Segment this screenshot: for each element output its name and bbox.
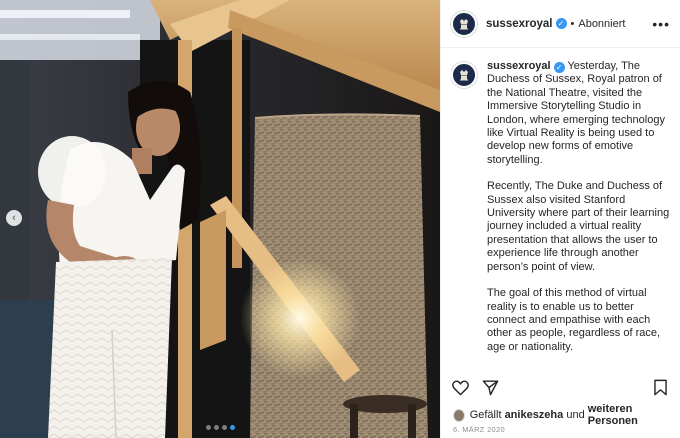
caption-paragraph: The goal of this method of virtual reali… (487, 287, 661, 353)
caption-body-1: Yesterday, The Duchess of Sussex, Royal … (487, 60, 665, 166)
caption-row: sussexroyal ✓ Yesterday, The Duchess of S… (451, 60, 672, 360)
follow-separator: • (570, 17, 575, 30)
caption-avatar[interactable] (451, 62, 477, 88)
carousel-dot (221, 425, 227, 430)
profile-avatar[interactable] (451, 10, 477, 37)
royal-crest-icon (460, 70, 468, 81)
post-username[interactable]: sussexroyal (486, 18, 553, 30)
carousel-indicators (0, 425, 440, 430)
carousel-dot (205, 425, 211, 430)
royal-crest-icon (460, 18, 468, 29)
likes-prefix: Gefällt (469, 409, 502, 421)
verified-badge-icon: ✓ (555, 18, 567, 29)
carousel-dot-active (229, 425, 235, 430)
caption-username[interactable]: sussexroyal (487, 60, 551, 72)
post-detail-panel: sussexroyal ✓ • Abonniert ••• sussexroya… (440, 0, 680, 438)
carousel-prev-button[interactable]: ‹ (6, 210, 22, 226)
post-photo: ‹ (0, 0, 440, 438)
liker-avatar[interactable] (453, 408, 465, 422)
heart-outline-icon[interactable] (451, 378, 470, 397)
caption-text: sussexroyal ✓ Yesterday, The Duchess of S… (487, 60, 672, 360)
caption-area: sussexroyal ✓ Yesterday, The Duchess of S… (451, 60, 672, 360)
caption-paragraph: sussexroyal ✓ Yesterday, The Duchess of S… (487, 60, 672, 167)
verified-badge-icon: ✓ (553, 62, 565, 73)
likes-others-link[interactable]: weiteren Personen (588, 403, 674, 427)
likes-connector: und (566, 409, 585, 421)
photo-scene (0, 0, 440, 438)
chevron-left-icon: ‹ (12, 212, 16, 224)
post-actions (451, 374, 670, 400)
bookmark-icon[interactable] (651, 378, 670, 397)
caption-paragraph: Recently, The Duke and Duchess of Sussex… (487, 180, 670, 273)
likes-summary: Gefällt anikeszeha und weiteren Personen (453, 403, 674, 427)
liker-username[interactable]: anikeszeha (505, 409, 564, 421)
carousel-dot (213, 425, 219, 430)
post-header: sussexroyal ✓ • Abonniert ••• (441, 0, 680, 48)
more-options-icon[interactable]: ••• (652, 16, 670, 32)
follow-status-button[interactable]: Abonniert (578, 18, 625, 30)
paper-plane-icon[interactable] (481, 378, 500, 397)
post-date[interactable]: 6. MÄRZ 2020 (453, 425, 505, 434)
